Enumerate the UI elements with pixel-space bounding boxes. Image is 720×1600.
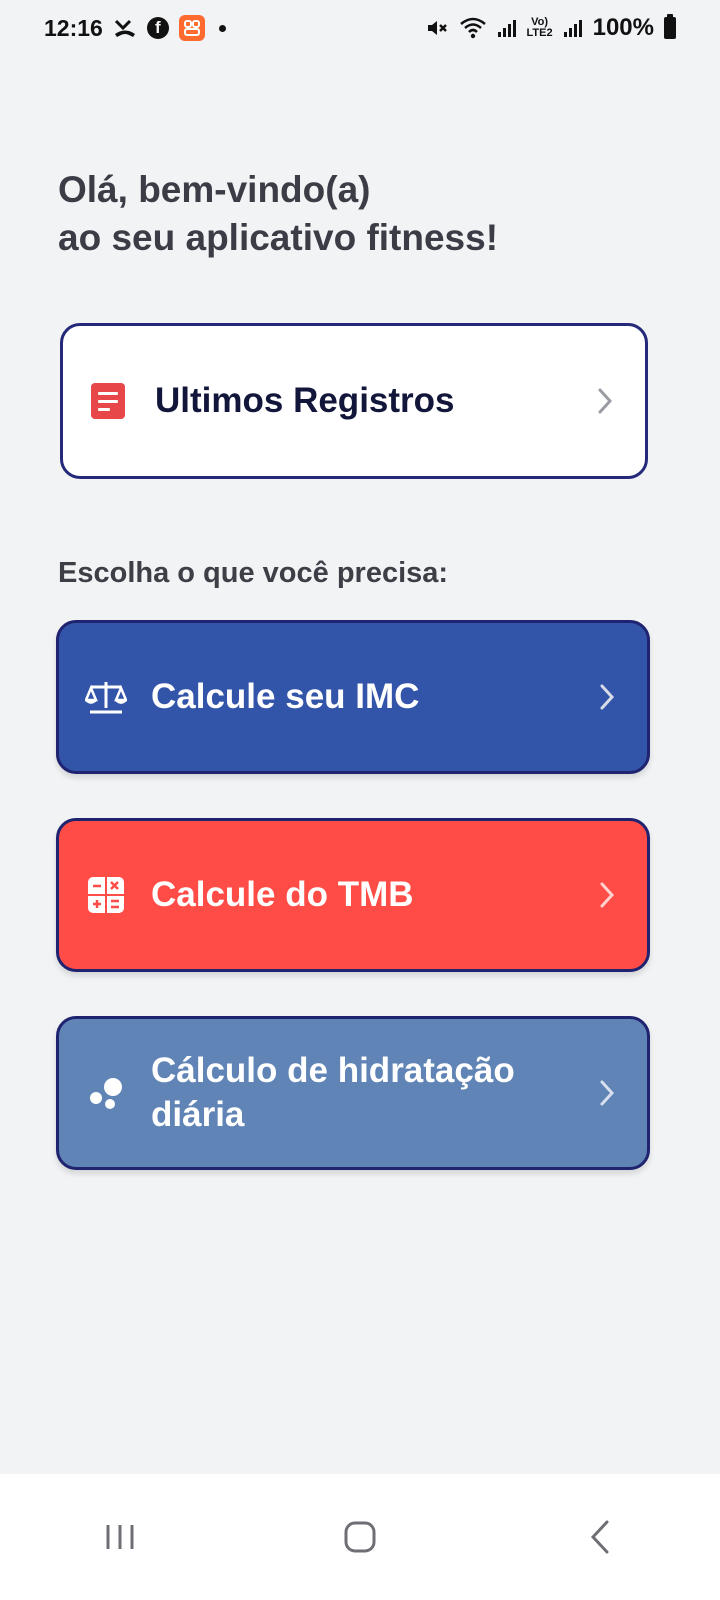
battery-percent: 100% xyxy=(592,14,654,41)
drops-icon xyxy=(85,1072,127,1114)
home-icon xyxy=(344,1521,376,1553)
section-title: Escolha o que você precisa: xyxy=(58,557,449,589)
records-button[interactable]: Ultimos Registros xyxy=(60,323,648,479)
chevron-right-icon xyxy=(597,1079,617,1107)
greeting-line-2: ao seu aplicativo fitness! xyxy=(58,217,499,258)
calculate-imc-button[interactable]: Calcule seu IMC xyxy=(56,620,650,774)
facebook-icon: f xyxy=(146,17,169,39)
signal-icon xyxy=(497,18,517,38)
calculate-tmb-button[interactable]: Calcule do TMB xyxy=(56,818,650,972)
calculator-icon xyxy=(85,874,127,916)
greeting-heading: Olá, bem-vindo(a) ao seu aplicativo fitn… xyxy=(58,166,658,262)
calculate-imc-label: Calcule seu IMC xyxy=(151,677,420,716)
hydration-calc-button[interactable]: Cálculo de hidratação diária xyxy=(56,1016,650,1170)
volte-lte2-icon: Vo) LTE2 xyxy=(526,16,553,39)
hydration-calc-label: Cálculo de hidratação diária xyxy=(151,1051,515,1134)
chevron-right-icon xyxy=(595,387,615,415)
recent-apps-button[interactable] xyxy=(80,1497,160,1577)
notification-dot-icon xyxy=(218,24,226,32)
battery-icon xyxy=(664,14,676,39)
wifi-icon xyxy=(459,16,487,40)
mute-icon xyxy=(425,16,449,40)
app-notification-icon xyxy=(178,15,205,41)
records-label: Ultimos Registros xyxy=(155,381,455,420)
status-bar-left: 12:16 f xyxy=(44,15,226,42)
back-button[interactable] xyxy=(560,1497,640,1577)
chevron-right-icon xyxy=(597,881,617,909)
status-bar-right: Vo) LTE2 100% xyxy=(425,14,676,42)
home-button[interactable] xyxy=(320,1497,400,1577)
recent-apps-icon xyxy=(106,1525,134,1549)
signal-icon xyxy=(563,18,583,38)
greeting-line-1: Olá, bem-vindo(a) xyxy=(58,169,371,210)
status-time: 12:16 xyxy=(44,14,103,41)
status-bar: 12:16 f Vo) LTE2 100% xyxy=(0,0,720,56)
scale-icon xyxy=(85,676,127,718)
document-icon xyxy=(91,383,125,419)
back-icon xyxy=(590,1520,609,1554)
missed-call-icon xyxy=(113,17,137,39)
chevron-right-icon xyxy=(597,683,617,711)
system-nav-bar xyxy=(0,1474,720,1600)
calculate-tmb-label: Calcule do TMB xyxy=(151,875,414,914)
